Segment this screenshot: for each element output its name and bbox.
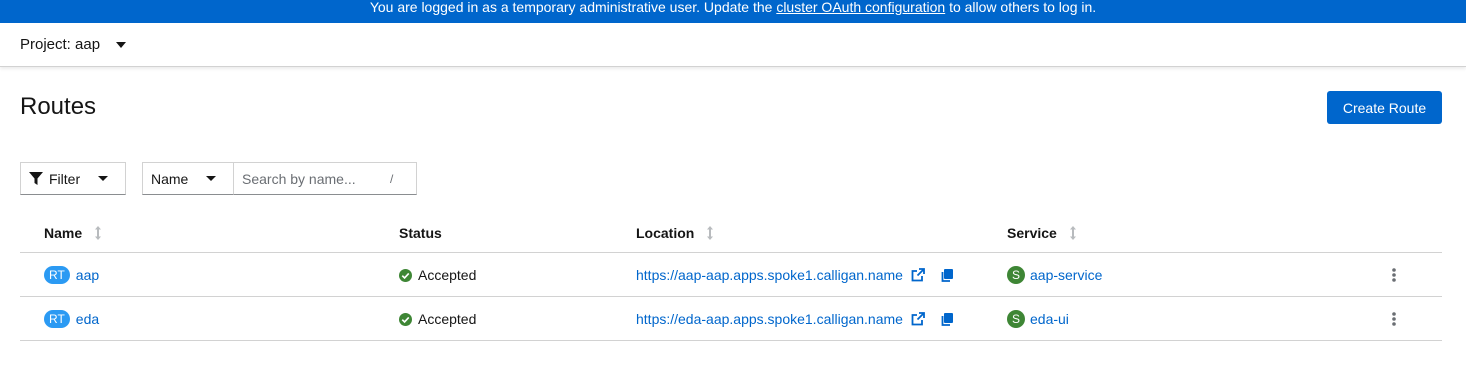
route-name-cell: RT eda bbox=[44, 297, 99, 341]
status-text: Accepted bbox=[418, 311, 477, 327]
column-service-label: Service bbox=[1007, 225, 1057, 241]
chevron-down-icon bbox=[98, 176, 109, 181]
search-box: / bbox=[233, 162, 417, 195]
status-cell: Accepted bbox=[399, 297, 476, 341]
route-name-link[interactable]: aap bbox=[76, 267, 99, 283]
column-header-location[interactable]: Location bbox=[636, 225, 714, 241]
location-cell: https://eda-aap.apps.spoke1.calligan.nam… bbox=[636, 297, 953, 341]
admin-banner: You are logged in as a temporary adminis… bbox=[0, 0, 1466, 23]
service-badge: S bbox=[1007, 266, 1025, 284]
location-link[interactable]: https://eda-aap.apps.spoke1.calligan.nam… bbox=[636, 311, 903, 327]
route-badge: RT bbox=[44, 310, 70, 328]
location-cell: https://aap-aap.apps.spoke1.calligan.nam… bbox=[636, 253, 953, 297]
column-header-name[interactable]: Name bbox=[44, 225, 102, 241]
table-row: RT eda Accepted https://eda-aap.apps.spo… bbox=[20, 297, 1442, 341]
page-title: Routes bbox=[20, 93, 97, 120]
filter-dropdown[interactable]: Filter bbox=[20, 162, 126, 195]
filter-icon bbox=[29, 171, 43, 185]
service-badge: S bbox=[1007, 310, 1025, 328]
status-cell: Accepted bbox=[399, 253, 476, 297]
copy-icon[interactable] bbox=[941, 312, 953, 326]
column-header-status: Status bbox=[399, 225, 442, 241]
route-name-cell: RT aap bbox=[44, 253, 99, 297]
service-link[interactable]: aap-service bbox=[1030, 267, 1102, 283]
column-name-label: Name bbox=[44, 225, 83, 241]
sort-icon bbox=[95, 226, 102, 240]
service-cell: S eda-ui bbox=[1007, 297, 1069, 341]
sort-icon bbox=[1069, 226, 1076, 240]
create-route-button[interactable]: Create Route bbox=[1327, 91, 1442, 124]
filter-label: Filter bbox=[49, 170, 81, 187]
search-shortcut-hint: / bbox=[390, 171, 394, 186]
banner-text-before: You are logged in as a temporary adminis… bbox=[369, 0, 777, 15]
column-status-label: Status bbox=[399, 225, 442, 241]
chevron-down-icon bbox=[206, 176, 217, 181]
route-badge: RT bbox=[44, 266, 70, 284]
external-link-icon[interactable] bbox=[911, 268, 925, 282]
filter-attribute-label: Name bbox=[151, 170, 189, 187]
search-input[interactable] bbox=[234, 170, 384, 187]
status-text: Accepted bbox=[418, 267, 477, 283]
external-link-icon[interactable] bbox=[911, 312, 925, 326]
project-label: Project: aap bbox=[20, 36, 101, 53]
service-cell: S aap-service bbox=[1007, 253, 1102, 297]
column-header-service[interactable]: Service bbox=[1007, 225, 1077, 241]
route-name-link[interactable]: eda bbox=[76, 311, 99, 327]
routes-table: Name Status Location Service RT aap Acce… bbox=[20, 212, 1442, 341]
check-circle-icon bbox=[399, 268, 412, 282]
project-selector[interactable]: Project: aap bbox=[0, 23, 1466, 67]
row-actions-kebab[interactable] bbox=[1392, 297, 1396, 341]
oauth-config-link[interactable]: cluster OAuth configuration bbox=[776, 0, 945, 15]
location-link[interactable]: https://aap-aap.apps.spoke1.calligan.nam… bbox=[636, 267, 903, 283]
row-actions-kebab[interactable] bbox=[1392, 253, 1396, 297]
banner-text-after: to allow others to log in. bbox=[945, 0, 1097, 15]
copy-icon[interactable] bbox=[941, 268, 953, 282]
chevron-down-icon bbox=[116, 41, 127, 48]
service-link[interactable]: eda-ui bbox=[1030, 311, 1069, 327]
kebab-menu-icon bbox=[1392, 268, 1396, 282]
table-row: RT aap Accepted https://aap-aap.apps.spo… bbox=[20, 253, 1442, 297]
filter-attribute-select[interactable]: Name bbox=[142, 162, 234, 195]
check-circle-icon bbox=[399, 312, 412, 326]
column-location-label: Location bbox=[636, 225, 695, 241]
table-header: Name Status Location Service bbox=[20, 212, 1442, 253]
kebab-menu-icon bbox=[1392, 312, 1396, 326]
sort-icon bbox=[707, 226, 714, 240]
